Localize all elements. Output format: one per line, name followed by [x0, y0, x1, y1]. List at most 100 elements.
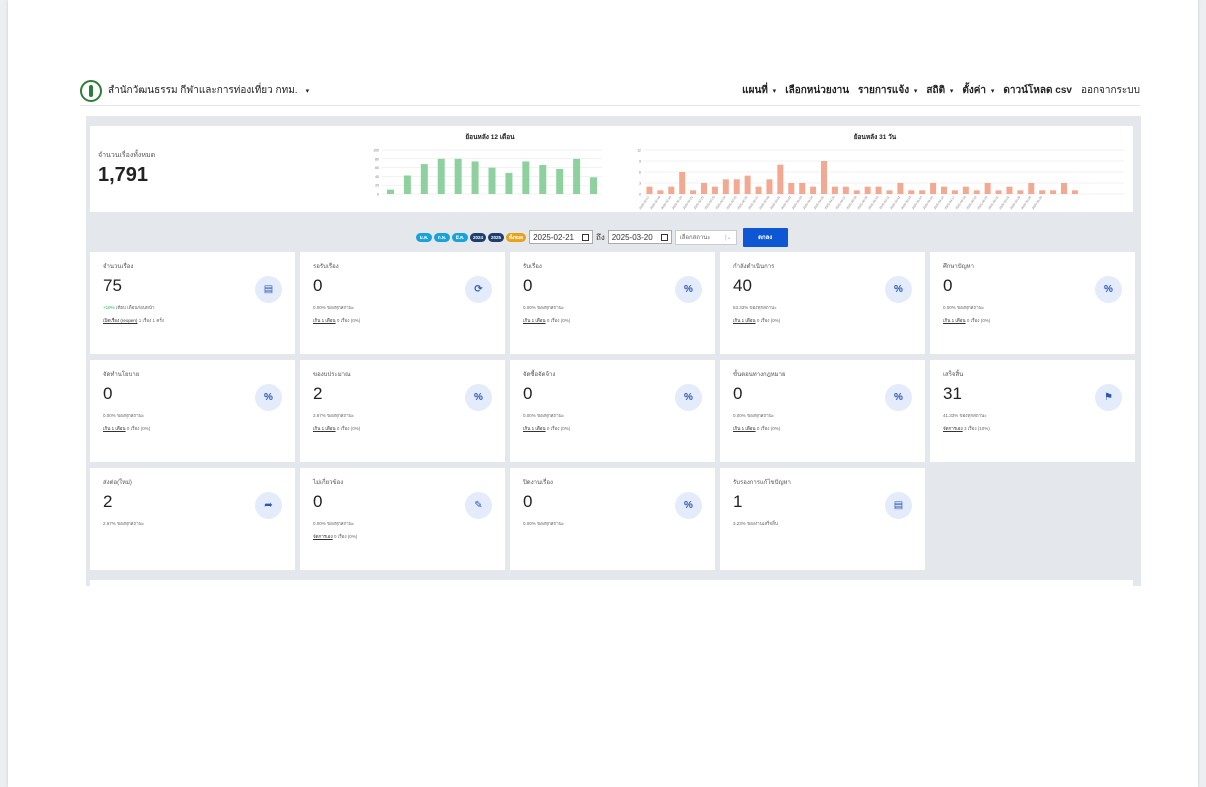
bar[interactable] — [420, 164, 428, 194]
bar[interactable] — [522, 161, 530, 194]
card-link[interactable]: เกิน 1 เดือน — [733, 426, 756, 431]
card-link[interactable]: เกิน 1 เดือน — [313, 318, 336, 323]
period-pill-3[interactable]: 2024 — [470, 232, 487, 242]
status-card[interactable]: รอรับเรื่อง 0 0.00% ของทุกสถานะ เกิน 1 เดือ… — [300, 252, 505, 354]
period-pill-4[interactable]: 2025 — [488, 232, 505, 242]
bar[interactable] — [744, 175, 751, 194]
card-link[interactable]: จัดการเอง — [943, 426, 963, 431]
menu-item-5[interactable]: ดาวน์โหลด csv — [1003, 83, 1072, 98]
menu-item-6[interactable]: ออกจากระบบ — [1081, 83, 1140, 98]
bar[interactable] — [679, 172, 686, 194]
menu-item-2[interactable]: รายการแจ้ง ▾ — [858, 83, 917, 98]
bar[interactable] — [908, 190, 915, 194]
status-select[interactable]: เลือกสถานะ |⌄ — [674, 229, 737, 245]
bar[interactable] — [646, 186, 653, 194]
bar[interactable] — [722, 179, 729, 194]
date-from-input[interactable]: 2025-02-21 — [529, 230, 593, 244]
bar[interactable] — [471, 161, 479, 194]
card-link[interactable]: จัดการเอง — [313, 534, 333, 539]
status-card[interactable]: รับเรื่อง 0 0.00% ของทุกสถานะ เกิน 1 เดือน … — [510, 252, 715, 354]
menu-item-4[interactable]: ตั้งค่า ▾ — [962, 83, 994, 98]
menu-item-0[interactable]: แผนที่ ▾ — [742, 83, 776, 98]
bar[interactable] — [454, 158, 462, 194]
bar[interactable] — [864, 186, 871, 194]
bar[interactable] — [875, 186, 882, 194]
card-link[interactable]: เกิน 1 เดือน — [313, 426, 336, 431]
bar[interactable] — [788, 183, 795, 194]
status-card[interactable]: รับรองการแก้ไขปัญหา 1 3.23% ของงานเสร็จสิ้… — [720, 468, 925, 570]
status-card[interactable]: ของบประมาณ 2 2.67% ของทุกสถานะ เกิน 1 เดือน… — [300, 360, 505, 462]
bar[interactable] — [919, 190, 926, 194]
card-link[interactable]: เกิน 1 เดือน — [103, 426, 126, 431]
status-card[interactable]: ปิดงานเรื่อง 0 0.00% ของทุกสถานะ% — [510, 468, 715, 570]
bar[interactable] — [984, 183, 991, 194]
bar[interactable] — [386, 189, 394, 194]
period-pill-1[interactable]: ก.พ. — [434, 232, 450, 242]
bar[interactable] — [1039, 190, 1046, 194]
menu-item-3[interactable]: สถิติ ▾ — [926, 83, 953, 98]
bar[interactable] — [711, 186, 718, 194]
bar[interactable] — [668, 186, 675, 194]
status-card[interactable]: จัดทำนโยบาย 0 0.00% ของทุกสถานะ เกิน 1 เดือ… — [90, 360, 295, 462]
bar[interactable] — [755, 186, 762, 194]
bar[interactable] — [962, 186, 969, 194]
ok-button[interactable]: ตกลง — [742, 227, 788, 247]
bar[interactable] — [930, 183, 937, 194]
bar[interactable] — [766, 179, 773, 194]
bar[interactable] — [590, 177, 598, 194]
bar[interactable] — [690, 190, 697, 194]
bar[interactable] — [799, 183, 806, 194]
bar[interactable] — [1050, 190, 1057, 194]
status-card[interactable]: ส่งต่อ(ใหม่) 2 2.67% ของทุกสถานะ ➦ — [90, 468, 295, 570]
bar[interactable] — [951, 190, 958, 194]
bar[interactable] — [973, 190, 980, 194]
status-card[interactable]: ขั้นตอนทางกฎหมาย 0 0.00% ของทุกสถานะ เกิน 1… — [720, 360, 925, 462]
status-card[interactable]: กำลังดำเนินการ 40 53.33% ของทุกสถานะ เกิน 1… — [720, 252, 925, 354]
bar[interactable] — [897, 183, 904, 194]
bar[interactable] — [821, 161, 827, 194]
calendar-icon[interactable] — [581, 233, 589, 241]
bar[interactable] — [1017, 190, 1024, 194]
status-card[interactable]: ไม่เกี่ยวข้อง 0 0.00% ของทุกสถานะ จัดการเอง… — [300, 468, 505, 570]
bar[interactable] — [573, 158, 581, 194]
bar[interactable] — [733, 179, 740, 194]
bar[interactable] — [810, 186, 817, 194]
bar[interactable] — [886, 190, 893, 194]
status-card[interactable]: จำนวนเรื่อง 75 +10% เทียบ เดือนก่อนหน้า เปิ… — [90, 252, 295, 354]
total-label: จำนวนเรื่องทั้งหมด — [98, 152, 156, 159]
card-link[interactable]: เกิน 1 เดือน — [733, 318, 756, 323]
bar[interactable] — [505, 172, 513, 194]
bar[interactable] — [1006, 186, 1013, 194]
bar[interactable] — [701, 183, 707, 194]
period-pill-0[interactable]: ม.ค. — [416, 232, 432, 242]
bar[interactable] — [437, 158, 445, 194]
bar[interactable] — [1061, 183, 1067, 194]
card-link[interactable]: เกิน 1 เดือน — [523, 318, 546, 323]
bar[interactable] — [488, 167, 496, 194]
menu-item-1[interactable]: เลือกหน่วยงาน — [785, 83, 849, 98]
bar[interactable] — [995, 190, 1002, 194]
date-to-input[interactable]: 2025-03-20 — [607, 230, 672, 244]
bar[interactable] — [1028, 183, 1035, 194]
bar[interactable] — [556, 168, 564, 194]
bar[interactable] — [831, 186, 838, 194]
bar[interactable] — [842, 186, 849, 194]
bar[interactable] — [1071, 190, 1078, 194]
status-card[interactable]: เสร็จสิ้น 31 41.33% ของทุกสถานะ จัดการเอง 3… — [930, 360, 1135, 462]
card-link[interactable]: เกิน 1 เดือน — [523, 426, 546, 431]
bar[interactable] — [539, 164, 547, 194]
bar[interactable] — [657, 190, 664, 194]
brand[interactable]: สำนักวัฒนธรรม กีฬาและการท่องเที่ยว กทม. … — [80, 79, 309, 102]
period-pill-5[interactable]: ทั้งหมด — [506, 232, 527, 242]
bar[interactable] — [853, 190, 860, 194]
period-pill-2[interactable]: มี.ค. — [452, 232, 468, 242]
calendar-icon[interactable] — [660, 233, 668, 241]
bar[interactable] — [403, 175, 411, 194]
bar[interactable] — [777, 164, 784, 194]
share-icon: ➦ — [255, 492, 282, 519]
card-link[interactable]: เกิน 1 เดือน — [943, 318, 966, 323]
card-link[interactable]: เปิดเรื่อง (reopen) — [103, 318, 137, 323]
status-card[interactable]: จัดซื้อจัดจ้าง 0 0.00% ของทุกสถานะ เกิน 1 เ… — [510, 360, 715, 462]
bar[interactable] — [941, 186, 947, 194]
status-card[interactable]: ศึกษาปัญหา 0 0.00% ของทุกสถานะ เกิน 1 เดือน… — [930, 252, 1135, 354]
